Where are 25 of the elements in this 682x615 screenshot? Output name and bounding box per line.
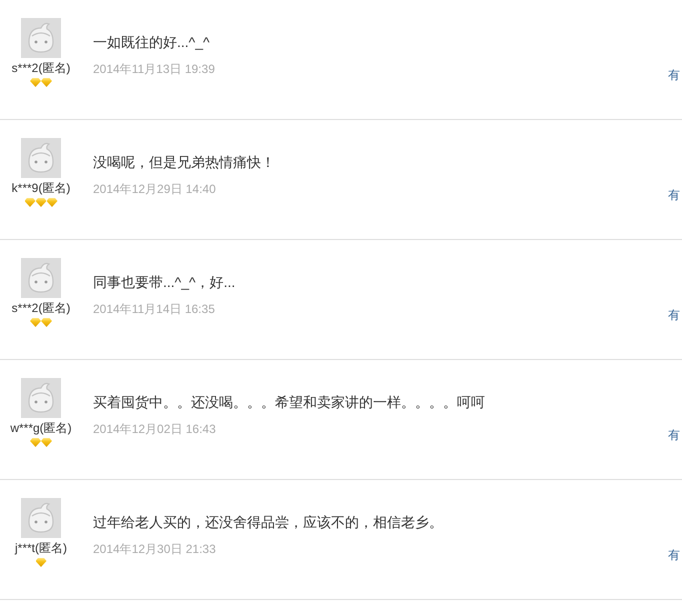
review-date: 2014年11月14日 16:35 <box>93 301 216 317</box>
review-date: 2014年12月29日 14:40 <box>93 181 217 197</box>
review-text: 过年给老人买的，还没舍得品尝，应该不的，相信老乡。 <box>93 513 444 532</box>
review-date: 2014年12月02日 16:43 <box>93 421 217 437</box>
avatar-icon <box>21 138 61 178</box>
username: j***t(匿名) <box>14 540 67 557</box>
link[interactable]: 有 <box>668 428 680 442</box>
avatar-icon <box>21 498 61 538</box>
username: w***g(匿名) <box>10 420 72 437</box>
review-text: 买着囤货中。。还没喝。。。希望和卖家讲的一样。。。。呵呵 <box>93 393 486 412</box>
avatar-icon <box>21 18 61 58</box>
username: k***9(匿名) <box>12 180 70 197</box>
avatar-icon <box>21 258 61 298</box>
review-date: 2014年11月13日 19:39 <box>93 61 216 77</box>
review-text: 一如既往的好...^_^ <box>93 33 211 52</box>
avatar-icon <box>21 378 61 418</box>
link[interactable]: 有 <box>668 68 680 82</box>
review-text: 同事也要带...^_^，好... <box>93 273 236 292</box>
link[interactable]: 有 <box>668 188 680 202</box>
link[interactable]: 有 <box>668 548 680 562</box>
username: s***2(匿名) <box>12 60 70 77</box>
review-text: 没喝呢，但是兄弟热情痛快！ <box>93 153 276 172</box>
review-date: 2014年12月30日 21:33 <box>93 541 217 557</box>
link[interactable]: 有 <box>668 308 680 322</box>
username: s***2(匿名) <box>12 300 70 317</box>
